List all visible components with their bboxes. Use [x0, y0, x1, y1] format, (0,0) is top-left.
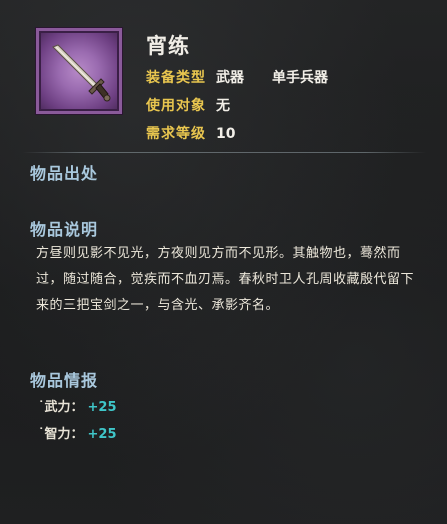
stat-value: +25 — [87, 400, 117, 415]
attribute-value-secondary: 单手兵器 — [272, 70, 328, 86]
stat-row-intelligence: ˙智力： +25 — [38, 423, 117, 442]
item-icon-frame — [36, 28, 122, 114]
info-heading: 物品情报 — [30, 371, 99, 390]
attribute-value: 10 — [216, 126, 236, 142]
item-description: 方昼则见影不见光，方夜则见方而不见形。其触物也，蓦然而过，随过随合，觉疾而不血刃… — [36, 246, 415, 313]
stat-row-strength: ˙武力： +25 — [38, 396, 117, 415]
item-name: 宵练 — [146, 34, 190, 58]
stat-label: ˙智力： — [38, 427, 84, 442]
stat-value: +25 — [87, 427, 117, 442]
item-tooltip-panel: 宵练 装备类型 武器 单手兵器 使用对象无 需求等级 10 物品出处 物品说明 方昼则… — [0, 0, 447, 524]
description-heading: 物品说明 — [30, 220, 99, 239]
attribute-equip-type: 装备类型 武器 单手兵器 — [146, 67, 328, 87]
sword-icon — [52, 44, 111, 102]
attribute-label: 需求等级 — [146, 126, 206, 142]
attribute-label: 装备类型 — [146, 70, 206, 86]
attribute-required-level: 需求等级 10 — [146, 123, 235, 143]
stat-label: ˙武力： — [38, 400, 84, 415]
attribute-value: 武器 — [216, 70, 244, 86]
source-heading: 物品出处 — [30, 164, 99, 183]
section-divider — [22, 152, 426, 153]
attribute-label: 使用对象 — [146, 98, 206, 114]
attribute-value: 无 — [216, 98, 230, 114]
attribute-use-target: 使用对象无 — [146, 95, 230, 115]
